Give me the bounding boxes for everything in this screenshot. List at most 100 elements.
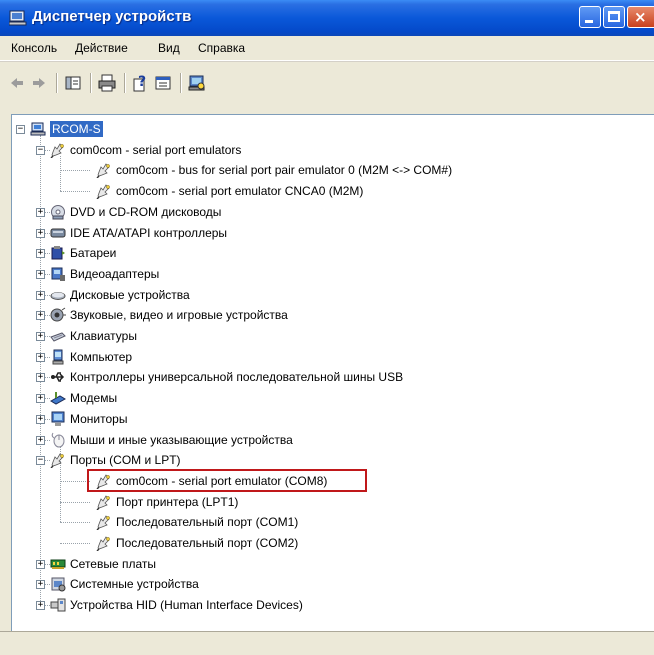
window-title: Диспетчер устройств <box>32 8 192 25</box>
tree-node-category[interactable]: + IDE ATA/ATAPI контроллеры <box>12 224 642 242</box>
disk-drive-icon <box>50 291 66 300</box>
tree-node-category[interactable]: + Батареи <box>12 244 642 262</box>
collapse-toggle[interactable]: − <box>36 456 45 466</box>
system-device-icon <box>51 577 66 592</box>
expand-toggle[interactable]: + <box>36 332 45 341</box>
tree-leaf-port[interactable]: Последовательный порт (COM2) <box>12 534 642 552</box>
menu-view[interactable]: Вид <box>158 41 180 55</box>
expand-toggle[interactable]: + <box>36 435 45 445</box>
tree-node-label: Модемы <box>70 391 118 406</box>
serial-port-plug-icon <box>96 536 110 551</box>
tree-node-category[interactable]: + Дисковые устройства <box>12 286 642 304</box>
mouse-icon <box>51 432 65 447</box>
menu-help[interactable]: Справка <box>198 41 245 55</box>
tree-leaf-com0com-device[interactable]: com0com - serial port emulator CNCA0 (M2… <box>12 182 642 200</box>
keyboard-icon <box>50 332 66 342</box>
expand-toggle[interactable]: + <box>36 207 45 217</box>
toolbar-separator <box>180 73 182 93</box>
expand-toggle[interactable]: + <box>36 559 45 569</box>
hid-device-icon <box>50 598 66 612</box>
menu-bar: Консоль Действие Вид Справка <box>0 36 654 61</box>
device-manager-icon <box>9 10 27 26</box>
tree-node-label: Сетевые платы <box>70 556 157 571</box>
tree-leaf-com0com-device[interactable]: com0com - bus for serial port pair emula… <box>12 161 642 179</box>
monitor-icon <box>51 411 65 426</box>
close-button[interactable]: × <box>627 6 654 28</box>
menu-console[interactable]: Консоль <box>11 41 57 55</box>
tree-node-category[interactable]: + Модемы <box>12 389 642 407</box>
tree-node-category[interactable]: + Клавиатуры <box>12 327 642 345</box>
tree-node-category[interactable]: + Мыши и иные указывающие устройства <box>12 431 642 449</box>
scan-hardware-icon[interactable] <box>188 74 206 92</box>
tree-node-category[interactable]: + Звуковые, видео и игровые устройства <box>12 306 642 324</box>
tree-node-com0com-group[interactable]: − com0com - serial port emulators <box>12 141 642 159</box>
show-hide-tree-icon[interactable] <box>64 74 82 92</box>
back-arrow-icon[interactable] <box>8 74 26 92</box>
toolbar-separator <box>124 73 126 93</box>
tree-node-label: Компьютер <box>70 349 133 364</box>
svg-text:?: ? <box>138 74 146 90</box>
serial-port-plug-icon <box>96 184 110 200</box>
serial-port-plug-icon <box>96 494 110 510</box>
tree-node-label: RCOM-S <box>50 121 103 137</box>
status-bar <box>0 631 654 655</box>
maximize-button[interactable] <box>603 6 625 28</box>
annotation-highlight-box <box>87 469 367 492</box>
serial-port-plug-icon <box>50 453 64 469</box>
expand-toggle[interactable]: + <box>36 601 45 611</box>
expand-toggle[interactable]: + <box>36 373 45 383</box>
tree-node-label: Мыши и иные указывающие устройства <box>70 432 293 447</box>
tree-leaf-port[interactable]: Порт принтера (LPT1) <box>12 493 642 511</box>
tree-node-label: Последовательный порт (COM2) <box>116 536 299 550</box>
tree-node-category[interactable]: + Сетевые платы <box>12 555 642 573</box>
menu-action[interactable]: Действие <box>75 41 128 55</box>
tree-node-label: IDE ATA/ATAPI контроллеры <box>70 225 228 240</box>
tree-node-root[interactable]: − RCOM-S <box>12 120 642 138</box>
expand-toggle[interactable]: + <box>36 290 45 300</box>
forward-arrow-icon[interactable] <box>30 74 48 92</box>
tree-node-category[interactable]: + DVD и CD-ROM дисководы <box>12 203 642 221</box>
expand-toggle[interactable]: + <box>36 249 45 259</box>
tree-node-label: com0com - bus for serial port pair emula… <box>116 163 453 178</box>
tree-node-label: com0com - serial port emulator CNCA0 (M2… <box>116 184 364 199</box>
tree-node-label: Контроллеры универсальной последовательн… <box>70 370 404 385</box>
title-bar[interactable]: Диспетчер устройств × <box>0 0 654 36</box>
expand-toggle[interactable]: + <box>36 414 45 424</box>
help-icon[interactable]: ? <box>132 74 150 92</box>
device-tree[interactable]: − RCOM-S − com0com - serial port emulators c… <box>11 114 654 631</box>
tree-node-label: com0com - serial port emulators <box>70 142 242 157</box>
tree-node-category[interactable]: + Компьютер <box>12 348 642 366</box>
tree-node-category[interactable]: + Системные устройства <box>12 575 642 593</box>
computer-icon <box>52 349 64 365</box>
usb-icon <box>51 372 65 383</box>
expand-toggle[interactable]: + <box>36 311 45 321</box>
tree-node-category[interactable]: + Видеоадаптеры <box>12 265 642 283</box>
tree-node-label: Мониторы <box>70 411 128 426</box>
expand-toggle[interactable]: + <box>36 352 45 362</box>
tree-node-label: Порт принтера (LPT1) <box>116 494 239 509</box>
ide-controller-icon <box>50 228 66 237</box>
tree-node-category[interactable]: + Устройства HID (Human Interface Devices… <box>12 596 642 614</box>
toolbar-separator <box>90 73 92 93</box>
expand-toggle[interactable]: + <box>36 269 45 279</box>
expand-toggle[interactable]: + <box>36 580 45 590</box>
expand-toggle[interactable]: + <box>36 228 45 238</box>
dvd-drive-icon <box>51 204 65 220</box>
network-card-icon <box>50 559 66 569</box>
modem-icon <box>50 392 66 405</box>
tree-node-category[interactable]: + Мониторы <box>12 410 642 428</box>
print-icon[interactable] <box>98 74 116 92</box>
tree-node-category[interactable]: + Контроллеры универсальной последователь… <box>12 368 642 386</box>
battery-icon <box>51 246 65 260</box>
computer-icon <box>30 122 46 136</box>
collapse-toggle[interactable]: − <box>16 125 25 134</box>
tree-leaf-port[interactable]: Последовательный порт (COM1) <box>12 513 642 531</box>
expand-toggle[interactable]: + <box>36 394 45 404</box>
collapse-toggle[interactable]: − <box>36 145 45 155</box>
tree-node-ports-group[interactable]: − Порты (COM и LPT) <box>12 451 642 469</box>
minimize-button[interactable] <box>579 6 601 28</box>
properties-icon[interactable] <box>154 74 172 92</box>
tree-node-label: Дисковые устройства <box>70 287 190 302</box>
close-icon: × <box>634 8 647 26</box>
sound-device-icon <box>50 307 66 322</box>
